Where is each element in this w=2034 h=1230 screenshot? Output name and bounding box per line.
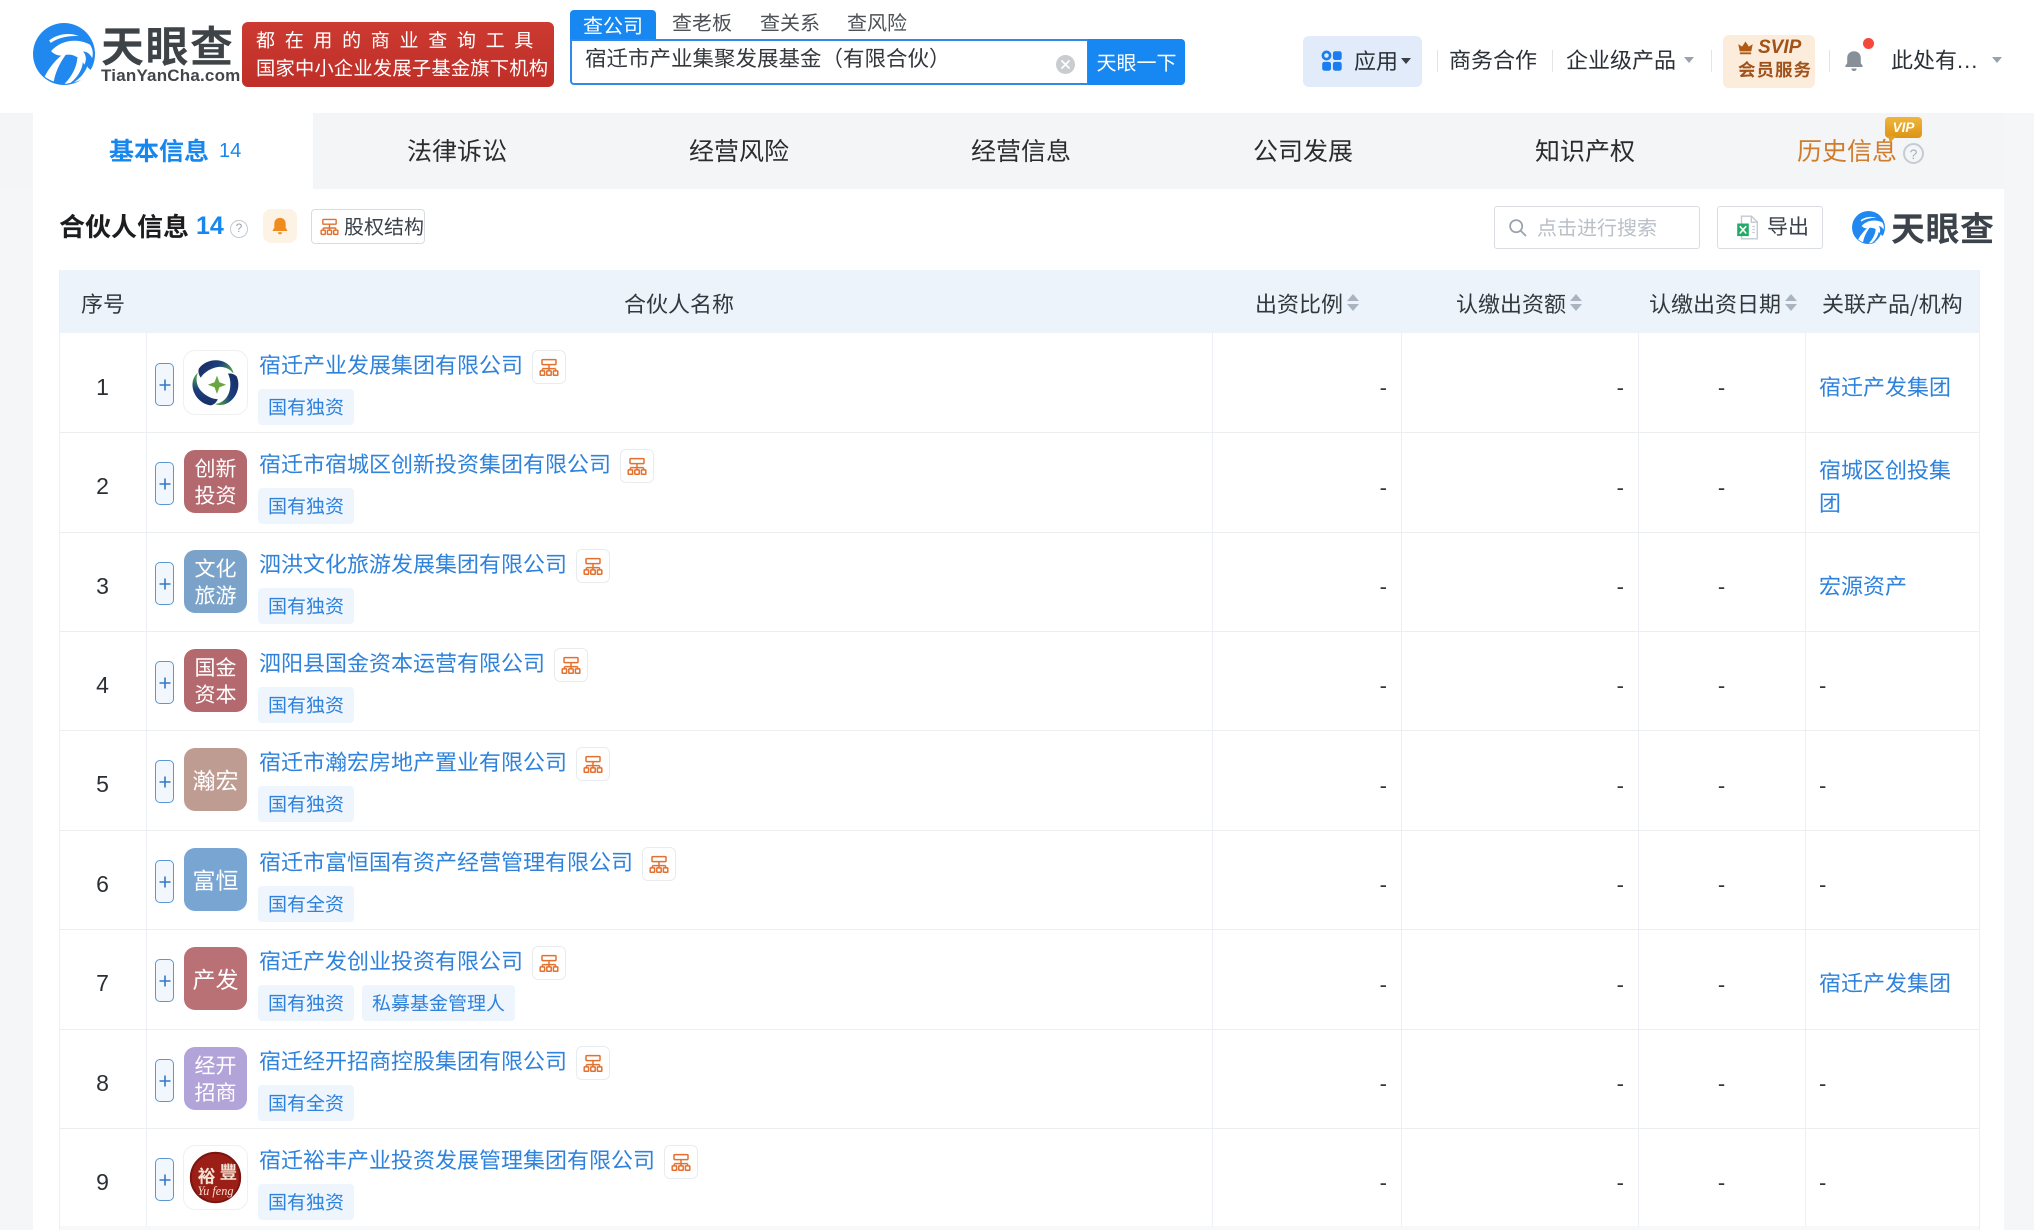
svg-text:Yu feng: Yu feng [197,1184,233,1198]
svg-text:豐: 豐 [219,1158,237,1184]
